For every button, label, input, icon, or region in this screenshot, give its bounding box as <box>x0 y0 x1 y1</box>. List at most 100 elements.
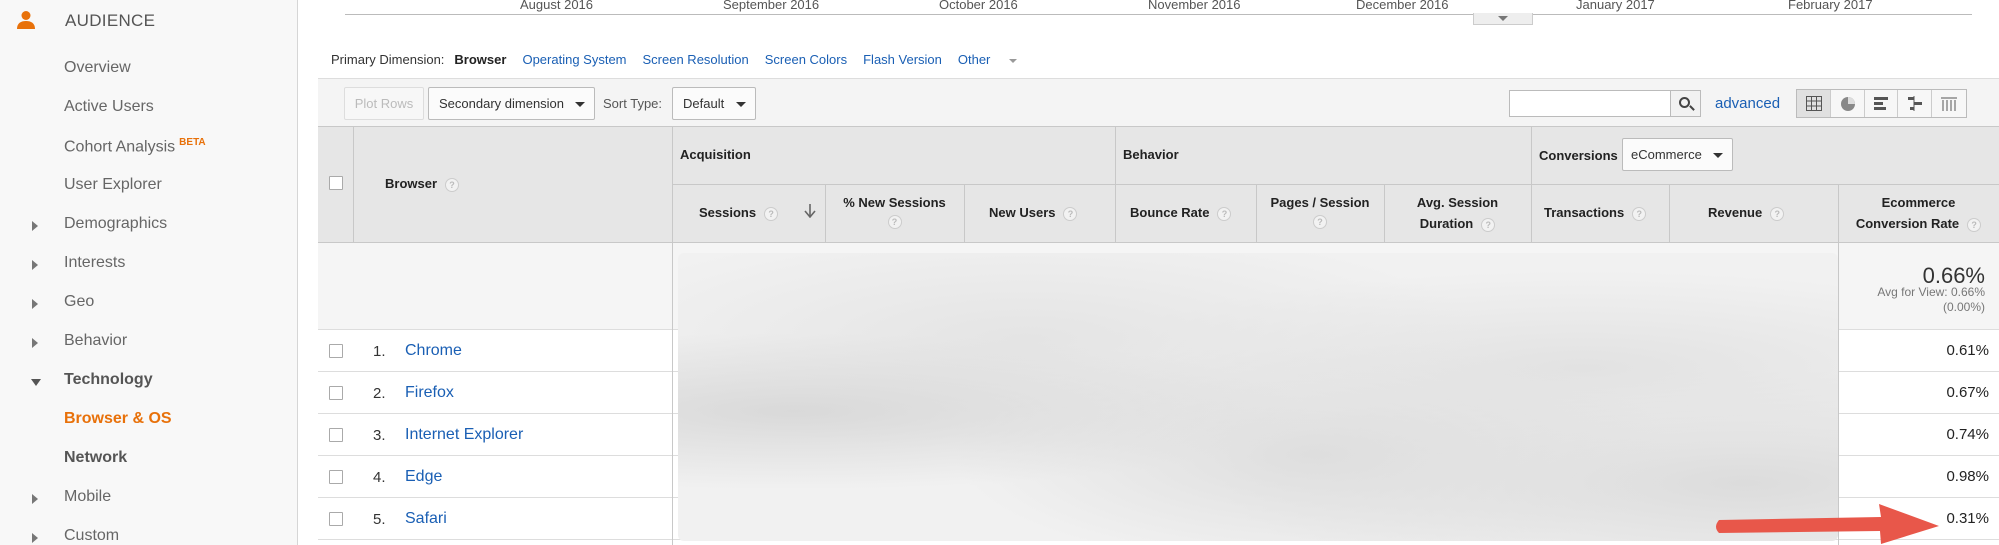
view-pie-button[interactable] <box>1831 90 1865 117</box>
plot-rows-button[interactable]: Plot Rows <box>344 87 424 120</box>
help-icon[interactable]: ? <box>1063 206 1078 221</box>
col-header-avg-session-label: Avg. Session <box>1416 195 1499 210</box>
sort-type-select[interactable]: Default <box>672 87 756 120</box>
browser-link[interactable]: Safari <box>405 510 447 528</box>
row-checkbox[interactable] <box>329 386 343 400</box>
sidebar-item-interests[interactable]: Interests <box>0 244 298 283</box>
sidebar-item-geo[interactable]: Geo <box>0 283 298 322</box>
timeline-collapse-handle[interactable] <box>1473 13 1533 25</box>
beta-badge: BETA <box>179 137 206 148</box>
sidebar-item-network[interactable]: Network <box>0 439 298 478</box>
sidebar-item-custom[interactable]: Custom <box>0 517 298 545</box>
avg-for-view: Avg for View: 0.66% (0.00%) <box>1865 285 1985 315</box>
help-icon[interactable]: ? <box>887 215 902 229</box>
view-switcher <box>1796 89 1967 118</box>
row-number: 4. <box>373 469 386 486</box>
primary-dimension-screen-colors[interactable]: Screen Colors <box>765 52 847 67</box>
sort-descending-icon[interactable] <box>804 204 816 218</box>
divider <box>672 184 1999 185</box>
primary-dimension-flash-version[interactable]: Flash Version <box>863 52 942 67</box>
row-checkbox[interactable] <box>329 512 343 526</box>
search-icon-handle <box>1689 105 1695 111</box>
timeline-month-label: August 2016 <box>520 0 594 12</box>
row-checkbox[interactable] <box>329 470 343 484</box>
table-search-input[interactable] <box>1509 90 1671 117</box>
primary-dimension-screen-resolution[interactable]: Screen Resolution <box>643 52 749 67</box>
sidebar-item-cohort-analysis[interactable]: Cohort Analysis BETA <box>0 127 298 166</box>
timeline-line <box>345 14 1972 15</box>
sidebar-item-label: Mobile <box>64 488 112 505</box>
sidebar-item-label: Network <box>64 449 128 466</box>
sidebar-item-user-explorer[interactable]: User Explorer <box>0 166 298 205</box>
col-header-revenue[interactable]: Revenue? <box>1708 205 1785 221</box>
select-all-checkbox[interactable] <box>329 176 343 190</box>
col-header-pages-session[interactable]: Pages / Session? <box>1256 192 1384 229</box>
sidebar-item-browser-os[interactable]: Browser & OS <box>0 400 298 439</box>
col-header-bounce-rate[interactable]: Bounce Rate? <box>1130 205 1232 221</box>
search-button[interactable] <box>1670 90 1701 117</box>
sort-type-value: Default <box>683 96 725 111</box>
redacted-data-region <box>678 253 1838 541</box>
sidebar: AUDIENCE Overview Active Users Cohort An… <box>0 0 298 545</box>
row-number: 5. <box>373 511 386 528</box>
secondary-dimension-label: Secondary dimension <box>439 96 565 111</box>
timeline-axis: August 2016 September 2016 October 2016 … <box>345 0 1972 25</box>
help-icon[interactable]: ? <box>764 206 779 221</box>
row-checkbox[interactable] <box>329 428 343 442</box>
browser-link[interactable]: Firefox <box>405 384 454 402</box>
primary-dimension-browser[interactable]: Browser <box>454 52 506 67</box>
expand-triangle-icon <box>32 533 38 543</box>
sidebar-item-mobile[interactable]: Mobile <box>0 478 298 517</box>
view-pivot-button[interactable] <box>1932 90 1966 117</box>
col-header-new-users-label: New Users <box>989 205 1056 220</box>
divider <box>1838 243 1839 545</box>
view-comparison-button[interactable] <box>1898 90 1933 117</box>
view-table-button[interactable] <box>1797 90 1831 117</box>
col-header-new-sessions[interactable]: % New Sessions? <box>825 192 964 229</box>
conversions-select[interactable]: eCommerce <box>1622 138 1733 171</box>
conversion-rate-value: 0.31% <box>1946 510 1989 527</box>
sidebar-section-audience[interactable]: AUDIENCE <box>0 0 298 42</box>
col-header-new-users[interactable]: New Users? <box>989 205 1078 221</box>
advanced-search-link[interactable]: advanced <box>1715 95 1780 112</box>
conversion-rate-value: 0.98% <box>1946 468 1989 485</box>
comparison-icon <box>1908 96 1923 111</box>
sidebar-item-technology[interactable]: Technology <box>0 361 298 400</box>
row-checkbox[interactable] <box>329 344 343 358</box>
primary-dimension-other[interactable]: Other <box>958 52 1034 67</box>
help-icon[interactable]: ? <box>1217 206 1232 221</box>
col-header-browser[interactable]: Browser? <box>385 176 460 192</box>
timeline-month-label: December 2016 <box>1356 0 1449 12</box>
browser-link[interactable]: Chrome <box>405 342 462 360</box>
divider <box>672 243 673 545</box>
browser-link[interactable]: Internet Explorer <box>405 426 523 444</box>
help-icon[interactable]: ? <box>1967 217 1982 232</box>
row-number: 3. <box>373 427 386 444</box>
pivot-icon <box>1941 97 1958 111</box>
col-header-transactions[interactable]: Transactions? <box>1544 205 1647 221</box>
view-bar-button[interactable] <box>1865 90 1899 117</box>
col-header-avg-session-duration[interactable]: Avg. Session Duration? <box>1384 192 1531 234</box>
help-icon[interactable]: ? <box>1481 217 1496 232</box>
sidebar-item-label: Geo <box>64 293 95 310</box>
help-icon[interactable]: ? <box>1313 215 1327 229</box>
sidebar-item-label: Behavior <box>64 332 128 349</box>
sidebar-item-active-users[interactable]: Active Users <box>0 88 298 127</box>
sidebar-item-behavior[interactable]: Behavior <box>0 322 298 361</box>
col-header-sessions[interactable]: Sessions? <box>699 205 779 221</box>
col-header-sessions-label: Sessions <box>699 205 757 220</box>
help-icon[interactable]: ? <box>445 177 460 192</box>
secondary-dimension-select[interactable]: Secondary dimension <box>428 87 595 120</box>
help-icon[interactable]: ? <box>1632 206 1647 221</box>
sidebar-item-overview[interactable]: Overview <box>0 49 298 88</box>
primary-dimension-operating-system[interactable]: Operating System <box>522 52 626 67</box>
help-icon[interactable]: ? <box>1770 206 1785 221</box>
col-header-ecommerce-conversion-rate[interactable]: Ecommerce Conversion Rate? <box>1838 192 1999 234</box>
browser-link[interactable]: Edge <box>405 468 442 486</box>
primary-dimension-label: Primary Dimension: <box>331 52 445 67</box>
expand-triangle-icon <box>32 338 38 348</box>
sidebar-item-label: Browser & OS <box>64 410 172 427</box>
sidebar-item-demographics[interactable]: Demographics <box>0 205 298 244</box>
col-header-bounce-rate-label: Bounce Rate <box>1130 205 1210 220</box>
col-header-new-sessions-label: % New Sessions <box>843 195 946 210</box>
